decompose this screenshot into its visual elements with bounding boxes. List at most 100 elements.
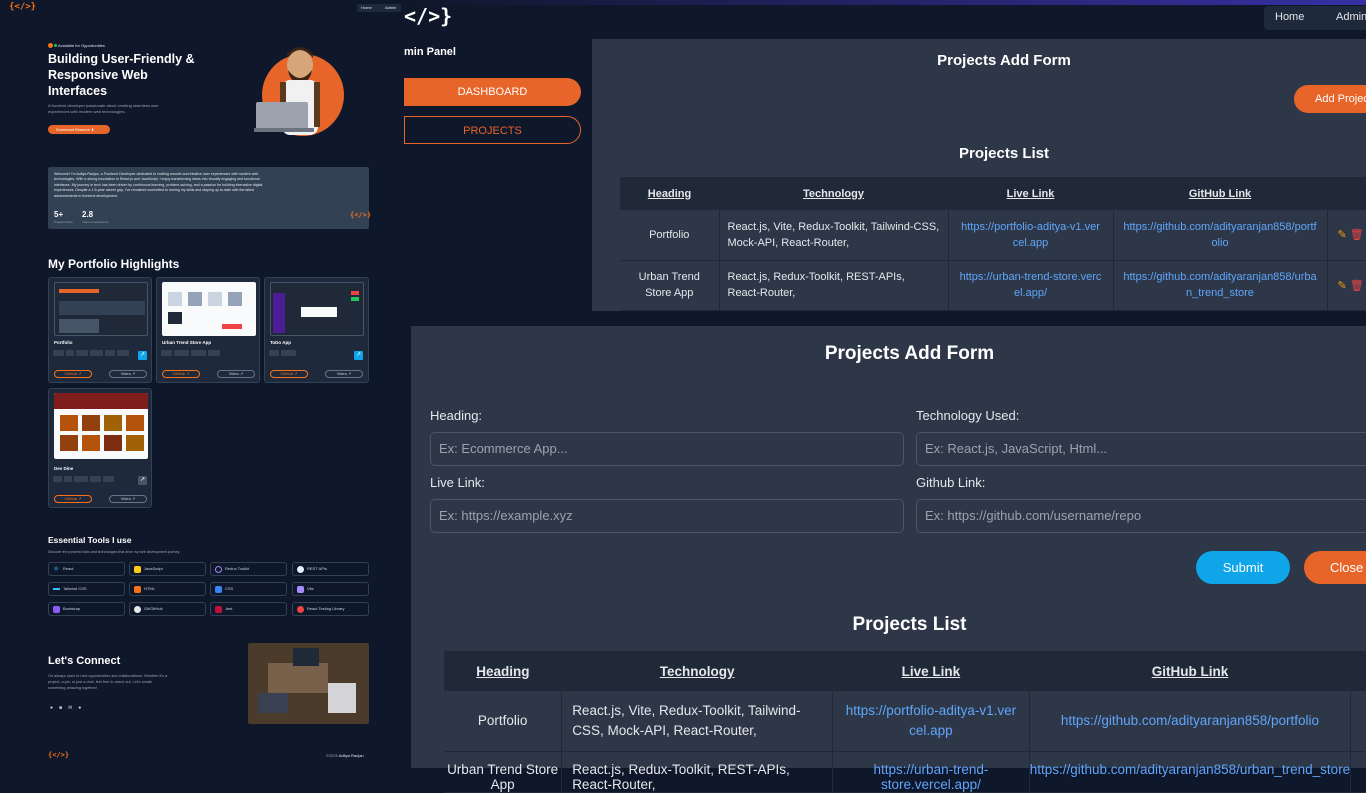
tool-rest-apis[interactable]: REST APIs (292, 562, 369, 576)
table-header-row: Heading Technology Live Link GitHub Link (444, 651, 1366, 691)
tool-tailwind[interactable]: Tailwind CSS (48, 582, 125, 596)
footer-copyright: ©2025 Aditya Ranjan (326, 753, 364, 758)
tools-subtitle: Discover the powerful tools and technolo… (48, 550, 181, 554)
sidebar-dashboard-button[interactable]: DASHBOARD (404, 78, 581, 106)
github-button[interactable]: GitHub ↗ (54, 370, 92, 378)
tool-label: Git/GitHub (144, 606, 163, 611)
tool-react[interactable]: ⚛ React (48, 562, 125, 576)
edit-icon[interactable]: ✎ (1338, 280, 1347, 292)
delete-icon[interactable]: 🗑 (1350, 229, 1364, 241)
cell-github-link[interactable]: https://github.com/adityaranjan858/portf… (1029, 691, 1352, 752)
project-thumbnail[interactable] (54, 282, 148, 336)
tool-javascript[interactable]: JavaScript (129, 562, 206, 576)
github-button[interactable]: GitHub ↗ (162, 370, 200, 378)
edit-icon[interactable]: ✎ (1338, 229, 1347, 241)
video-button[interactable]: Video ↗ (325, 370, 363, 378)
stat-projects: 5+ (54, 210, 63, 219)
github-link-input[interactable]: Ex: https://github.com/username/repo (916, 499, 1366, 533)
cell-live-link[interactable]: https://urban-trend-store.vercel.app/ (832, 751, 1030, 793)
tool-bootstrap[interactable]: Bootstrap (48, 602, 125, 616)
github-icon[interactable]: ● (50, 705, 59, 711)
video-button[interactable]: Video ↗ (109, 370, 147, 378)
cell-heading: Portfolio (620, 210, 720, 261)
top-projects-table: Heading Technology Live Link GitHub Link… (620, 177, 1366, 311)
cell-actions: ✎ 🗑 (1350, 691, 1366, 752)
github-button[interactable]: GitHub ↗ (270, 370, 308, 378)
table-row: Portfolio React.js, Vite, Redux-Toolkit,… (444, 691, 1366, 752)
project-card: Portfolio ↗ GitHub ↗ Video ↗ (48, 277, 152, 383)
cloud-icon (297, 566, 304, 573)
linkedin-icon[interactable]: ■ (59, 705, 68, 711)
video-button[interactable]: Video ↗ (217, 370, 255, 378)
tool-label: JavaScript (144, 566, 163, 571)
github-button[interactable]: GitHub ↗ (54, 495, 92, 503)
cell-live-link[interactable]: https://urban-trend-store.vercel.app/ (948, 260, 1114, 311)
copyright-text: ©2025 (326, 753, 338, 758)
tool-html[interactable]: HTML (129, 582, 206, 596)
tool-rtl[interactable]: React Testing Library (292, 602, 369, 616)
col-github-link: GitHub Link (1029, 651, 1351, 691)
tool-label: REST APIs (307, 566, 327, 571)
video-label: Video (120, 496, 131, 501)
mail-icon[interactable]: ✉ (68, 705, 78, 711)
tag (161, 350, 172, 356)
admin-logo[interactable]: </>} (404, 4, 452, 28)
connect-title: Let's Connect (48, 655, 121, 667)
heading-input[interactable]: Ex: Ecommerce App... (430, 432, 904, 466)
external-link-icon[interactable]: ↗ (138, 476, 147, 485)
whatsapp-icon[interactable]: ● (78, 705, 87, 711)
video-button[interactable]: Video ↗ (109, 495, 147, 503)
availability-badge: Available for Opportunities (48, 43, 105, 49)
nav-home[interactable]: Home (361, 5, 372, 10)
tool-label: Tailwind CSS (63, 586, 87, 591)
close-button[interactable]: Close (1304, 551, 1366, 584)
thumb-shape (273, 293, 285, 333)
project-thumbnail[interactable] (54, 393, 148, 459)
cell-heading: Portfolio (444, 691, 563, 752)
table-header-row: Heading Technology Live Link GitHub Link (620, 177, 1366, 210)
project-thumbnail[interactable] (270, 282, 364, 336)
nav-admin[interactable]: Admin (385, 5, 396, 10)
technology-label: Technology Used: (916, 408, 1020, 423)
cell-live-link[interactable]: https://portfolio-aditya-v1.vercel.app (948, 210, 1114, 261)
tool-github[interactable]: Git/GitHub (129, 602, 206, 616)
tool-redux[interactable]: Redux Toolkit (210, 562, 287, 576)
cell-github-link[interactable]: https://github.com/adityaranjan858/urban… (1113, 260, 1328, 311)
tool-jest[interactable]: Jest (210, 602, 287, 616)
admin-nav-admin[interactable]: Admin (1336, 11, 1366, 23)
tag (117, 350, 129, 356)
about-logo: {</>} (350, 211, 372, 219)
cell-github-link[interactable]: https://github.com/adityaranjan858/urban… (1029, 751, 1352, 793)
submit-button[interactable]: Submit (1196, 551, 1290, 584)
react-icon: ⚛ (53, 566, 60, 573)
hero-title-line: Building User-Friendly & (48, 52, 195, 66)
portfolio-logo[interactable]: {</>} (9, 2, 36, 12)
tag (190, 350, 207, 356)
admin-navbar: </>} Home Admin (404, 0, 1366, 36)
project-name: Portfolio (54, 340, 73, 345)
external-link-icon[interactable]: ↗ (138, 351, 147, 360)
external-link-icon[interactable]: ↗ (354, 351, 363, 360)
css-icon (215, 586, 222, 593)
admin-nav-home[interactable]: Home (1275, 11, 1304, 23)
footer-logo: {</>} (48, 751, 70, 759)
thumb-shape (82, 415, 100, 431)
add-project-button[interactable]: Add Project (1294, 85, 1366, 113)
download-resume-button[interactable]: Download Resume ⬇ (48, 125, 110, 134)
tag (173, 350, 189, 356)
cell-github-link[interactable]: https://github.com/adityaranjan858/portf… (1113, 210, 1328, 261)
tool-vite[interactable]: Vite (292, 582, 369, 596)
project-thumbnail[interactable] (162, 282, 256, 336)
live-link-input[interactable]: Ex: https://example.xyz (430, 499, 904, 533)
project-card: ToDo App ↗ GitHub ↗ Video ↗ (264, 277, 369, 383)
tools-title: Essential Tools I use (48, 535, 132, 545)
sidebar-projects-button[interactable]: PROJECTS (404, 116, 581, 144)
technology-input[interactable]: Ex: React.js, JavaScript, Html... (916, 432, 1366, 466)
social-icons: ●■✉● (50, 705, 87, 711)
col-actions (1350, 651, 1366, 691)
hero-title-line: Responsive Web (48, 68, 148, 82)
project-name: ToDo App (270, 340, 291, 345)
cell-live-link[interactable]: https://portfolio-aditya-v1.vercel.app (832, 691, 1030, 752)
delete-icon[interactable]: 🗑 (1350, 280, 1364, 292)
tool-css[interactable]: CSS (210, 582, 287, 596)
